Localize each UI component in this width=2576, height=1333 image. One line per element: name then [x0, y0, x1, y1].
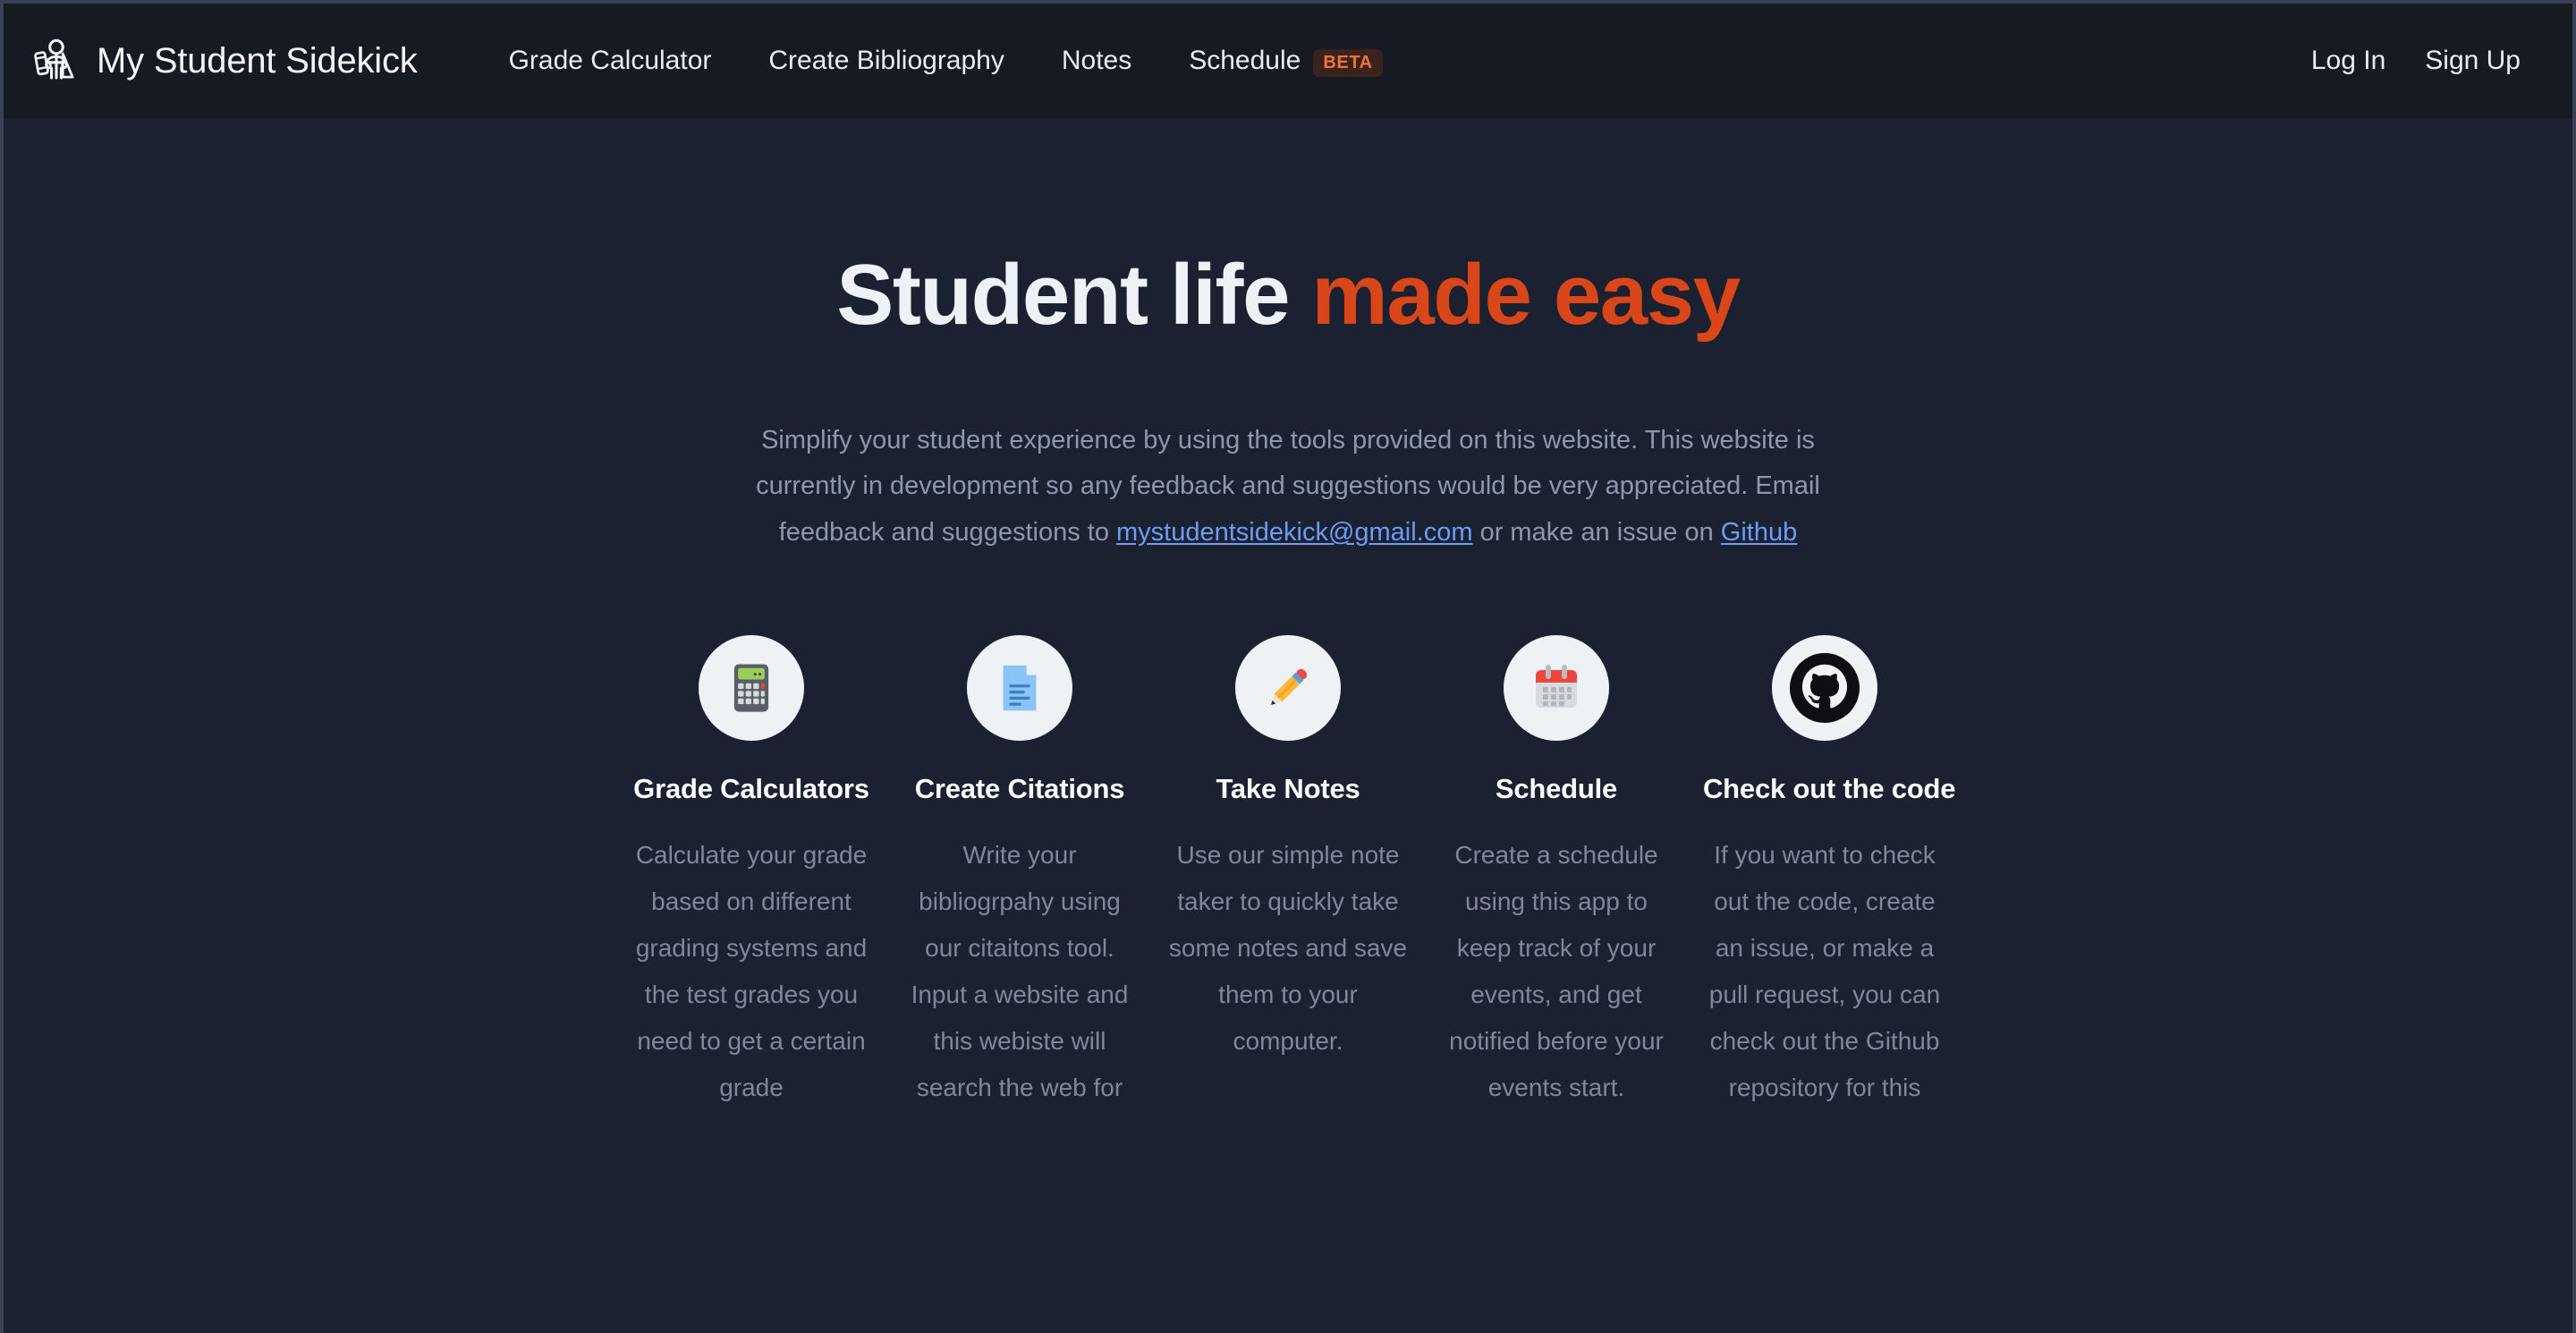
nav-item: Schedule BETA: [1160, 37, 1411, 85]
nav-link-notes[interactable]: Notes: [1033, 37, 1160, 85]
github-link[interactable]: Github: [1721, 518, 1797, 547]
top-navbar: My Student Sidekick Grade Calculator Cre…: [4, 4, 2572, 118]
pencil-icon: [1258, 658, 1318, 717]
hero-section: Student life made easy Simplify your stu…: [4, 118, 2572, 1111]
hero-description: Simplify your student experience by usin…: [733, 418, 1843, 556]
auth-nav: Log In Sign Up: [2292, 37, 2540, 85]
log-in-link[interactable]: Log In: [2292, 37, 2405, 85]
feature-title: Check out the code: [1703, 772, 1956, 804]
calendar-icon: [1528, 659, 1585, 717]
feature-icon-circle: [1504, 634, 1609, 741]
feature-icon-circle: [1235, 634, 1341, 741]
nav-item: Notes: [1033, 37, 1160, 85]
calculator-icon: [721, 658, 782, 718]
brand-home-link[interactable]: My Student Sidekick: [30, 35, 418, 87]
feature-description: Use our simple note taker to quickly tak…: [1168, 840, 1408, 1055]
brand-name: My Student Sidekick: [97, 40, 418, 81]
nav-link-label: Grade Calculator: [508, 46, 712, 75]
nav-link-label: Notes: [1061, 46, 1132, 75]
nav-link-grade-calculator[interactable]: Grade Calculator: [480, 37, 741, 85]
primary-nav: Grade Calculator Create Bibliography Not…: [480, 37, 1411, 85]
email-link[interactable]: mystudentsidekick@gmail.com: [1116, 518, 1473, 547]
log-in-label: Log In: [2310, 46, 2386, 75]
hero-title-accent: made easy: [1311, 247, 1741, 343]
nav-link-create-bibliography[interactable]: Create Bibliography: [740, 37, 1032, 85]
nav-item: Create Bibliography: [740, 37, 1032, 85]
feature-card-take-notes[interactable]: Take Notes Use our simple note taker to …: [1154, 634, 1422, 1111]
sign-up-label: Sign Up: [2425, 46, 2521, 75]
feature-title: Create Citations: [914, 772, 1125, 804]
nav-link-label: Create Bibliography: [768, 46, 1004, 75]
feature-card-grade-calculators[interactable]: Grade Calculators Calculate your grade b…: [617, 634, 886, 1111]
feature-title: Take Notes: [1216, 772, 1360, 804]
beta-badge: BETA: [1313, 48, 1383, 77]
document-icon: [992, 660, 1047, 716]
feature-description: Create a schedule using this app to keep…: [1449, 840, 1664, 1102]
hero-title-plain: Student life: [836, 247, 1312, 343]
feature-icon-circle: [699, 634, 804, 741]
feature-icon-circle: [967, 634, 1072, 741]
feature-description: Write your bibliogrpahy using our citait…: [911, 840, 1129, 1102]
feature-card-check-out-the-code[interactable]: Check out the code If you want to check …: [1690, 634, 1959, 1111]
student-sidekick-logo-icon: [30, 35, 82, 87]
nav-item: Grade Calculator: [480, 37, 741, 85]
sign-up-link[interactable]: Sign Up: [2405, 37, 2540, 85]
feature-card-create-citations[interactable]: Create Citations Write your bibliogrpahy…: [886, 634, 1154, 1111]
feature-description: Calculate your grade based on different …: [635, 840, 868, 1102]
feature-title: Grade Calculators: [633, 772, 869, 804]
nav-link-schedule[interactable]: Schedule BETA: [1160, 37, 1411, 85]
feature-card-schedule[interactable]: Schedule Create a schedule using this ap…: [1422, 634, 1690, 1111]
feature-list: Grade Calculators Calculate your grade b…: [4, 634, 2572, 1111]
page-title: Student life made easy: [4, 250, 2572, 341]
feature-description: If you want to check out the code, creat…: [1708, 840, 1941, 1102]
feature-title: Schedule: [1495, 772, 1618, 804]
page-root: My Student Sidekick Grade Calculator Cre…: [0, 0, 2576, 1333]
github-icon: [1782, 645, 1868, 731]
feature-icon-circle: [1772, 634, 1877, 741]
nav-link-label: Schedule: [1189, 46, 1301, 75]
hero-description-text-2: or make an issue on: [1472, 518, 1721, 548]
